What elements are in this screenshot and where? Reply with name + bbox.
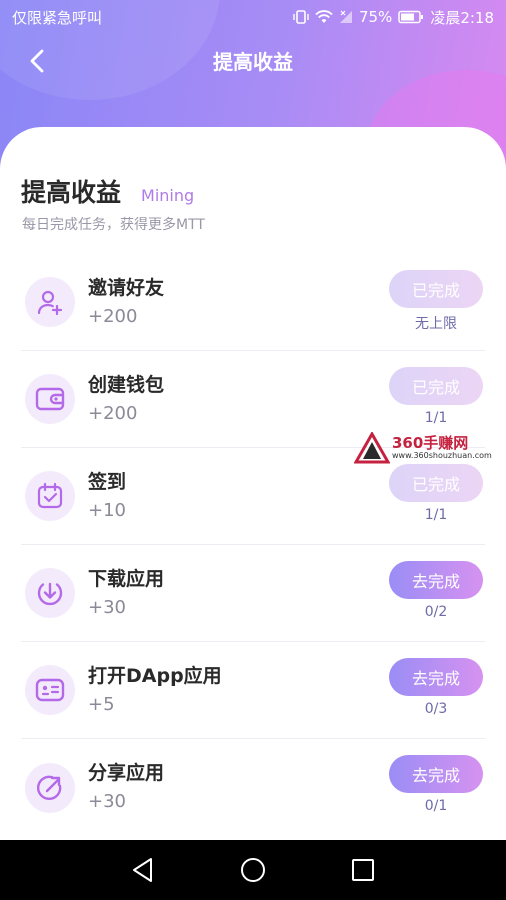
signal-icon <box>339 10 353 24</box>
watermark-name: 360手赚网 <box>392 434 469 452</box>
battery-icon <box>398 10 424 24</box>
nav-home-button[interactable] <box>233 850 273 890</box>
circle-home-icon <box>241 858 265 882</box>
task-text: 打开DApp应用 +5 <box>88 664 222 717</box>
task-action: 去完成 0/1 <box>389 755 483 814</box>
task-action: 已完成 1/1 <box>389 464 483 523</box>
watermark-text: 360手赚网 www.360shouzhuan.com <box>392 435 492 461</box>
task-name: 邀请好友 <box>88 276 165 299</box>
status-bar: 仅限紧急呼叫 75% 凌晨2:18 <box>0 0 506 34</box>
share-icon <box>25 762 75 813</box>
mining-tag: Mining <box>141 186 195 205</box>
task-progress: 0/3 <box>424 701 448 717</box>
watermark-url: www.360shouzhuan.com <box>392 451 492 460</box>
task-progress: 0/2 <box>424 604 448 620</box>
earnings-card: 提高收益 Mining 每日完成任务，获得更多MTT 邀请好友 +200 已完成… <box>0 127 506 840</box>
task-reward: +200 <box>88 402 138 424</box>
task-text: 签到 +10 <box>88 470 126 523</box>
watermark-logo-icon <box>354 432 390 464</box>
top-nav: 提高收益 <box>0 34 506 86</box>
clock: 凌晨2:18 <box>430 8 494 27</box>
task-name: 打开DApp应用 <box>88 664 222 687</box>
card-header: 提高收益 Mining <box>21 173 485 207</box>
wifi-icon <box>315 10 333 24</box>
task-reward: +10 <box>88 499 126 521</box>
task-action: 已完成 1/1 <box>389 367 483 426</box>
task-reward: +5 <box>88 693 115 715</box>
task-text: 创建钱包 +200 <box>88 373 164 426</box>
task-name: 分享应用 <box>88 762 165 784</box>
task-row: 分享应用 +30 去完成 0/1 <box>21 739 485 836</box>
status-indicators: 75% 凌晨2:18 <box>293 7 494 28</box>
watermark: 360手赚网 www.360shouzhuan.com <box>354 432 492 464</box>
nav-recents-button[interactable] <box>343 850 383 890</box>
task-text: 分享应用 +30 <box>88 761 164 814</box>
card-title: 提高收益 <box>21 178 122 207</box>
task-text: 邀请好友 +200 <box>88 276 164 329</box>
task-go-button[interactable]: 去完成 <box>389 755 483 793</box>
task-reward: +30 <box>88 791 126 812</box>
task-name: 创建钱包 <box>88 373 165 396</box>
task-go-button[interactable]: 去完成 <box>389 658 483 696</box>
task-progress: 0/1 <box>424 798 448 814</box>
calendar-check-icon <box>25 471 75 521</box>
card-subtitle: 每日完成任务，获得更多MTT <box>22 217 205 233</box>
task-row: 下载应用 +30 去完成 0/2 <box>21 545 485 642</box>
task-row: 打开DApp应用 +5 去完成 0/3 <box>21 642 485 739</box>
system-nav-bar <box>0 840 506 900</box>
task-status-button[interactable]: 已完成 <box>389 270 483 308</box>
task-action: 去完成 0/3 <box>389 658 483 717</box>
vibrate-icon <box>293 9 309 25</box>
task-reward: +30 <box>88 596 126 618</box>
carrier-text: 仅限紧急呼叫 <box>12 8 103 27</box>
task-status-button[interactable]: 已完成 <box>389 464 483 502</box>
user-add-icon <box>25 277 75 327</box>
task-action: 去完成 0/2 <box>389 561 483 620</box>
task-progress: 无上限 <box>415 316 457 332</box>
square-recents-icon <box>352 859 374 881</box>
dapp-icon <box>25 665 75 715</box>
task-reward: +200 <box>88 305 138 327</box>
task-row: 邀请好友 +200 已完成 无上限 <box>21 254 485 351</box>
wallet-icon <box>25 374 75 424</box>
triangle-back-icon <box>133 858 152 882</box>
task-action: 已完成 无上限 <box>389 270 483 333</box>
task-list: 邀请好友 +200 已完成 无上限 创建钱包 +200 已完成 1/1 签到 +… <box>21 254 485 836</box>
nav-back-button[interactable] <box>123 850 163 890</box>
task-name: 签到 <box>88 470 127 493</box>
page-title: 提高收益 <box>213 49 293 74</box>
download-icon <box>25 568 75 618</box>
battery-percent: 75% <box>358 8 393 26</box>
task-progress: 1/1 <box>424 507 448 523</box>
chevron-left-icon <box>30 49 44 73</box>
back-button[interactable] <box>22 46 52 76</box>
task-go-button[interactable]: 去完成 <box>389 561 483 599</box>
task-name: 下载应用 <box>88 567 165 590</box>
task-text: 下载应用 +30 <box>88 567 164 620</box>
task-status-button[interactable]: 已完成 <box>389 367 483 405</box>
task-progress: 1/1 <box>424 410 448 426</box>
